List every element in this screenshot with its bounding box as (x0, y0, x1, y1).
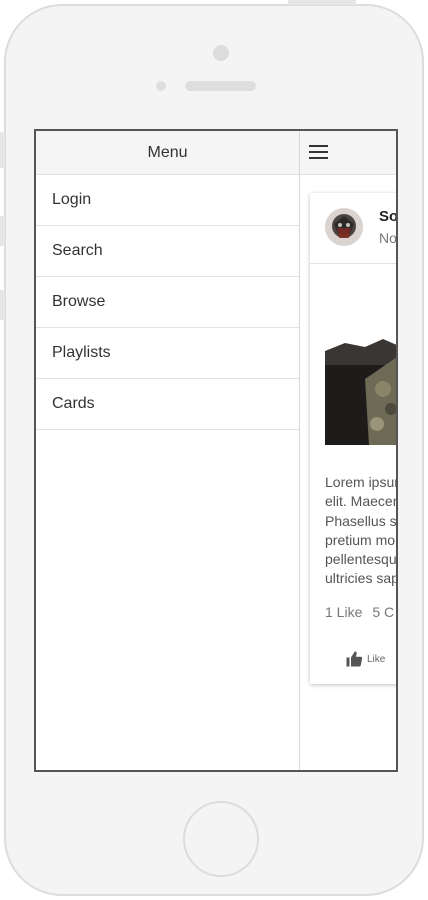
menu-item-cards[interactable]: Cards (36, 379, 299, 430)
side-button (0, 132, 5, 168)
menu-item-login[interactable]: Login (36, 175, 299, 226)
side-menu: Menu Login Search Browse Playlists Cards (36, 131, 300, 770)
comments-count: 5 C (372, 604, 395, 620)
side-button (0, 290, 5, 320)
side-button (0, 216, 5, 246)
thumbs-up-icon (346, 651, 363, 667)
menu-item-browse[interactable]: Browse (36, 277, 299, 328)
menu-item-search[interactable]: Search (36, 226, 299, 277)
card-body-line: pretium mol (325, 531, 398, 548)
front-camera (213, 45, 229, 61)
likes-count: 1 Like (325, 604, 363, 620)
card-image (325, 279, 396, 453)
proximity-sensor (156, 81, 166, 91)
avatar (325, 208, 363, 246)
card-body-line: ultricies sap (325, 570, 398, 587)
card-title: So (379, 208, 398, 225)
card-stats: 1 Like 5 C (325, 604, 396, 620)
hamburger-menu-icon[interactable] (309, 145, 329, 161)
home-button[interactable] (183, 801, 259, 877)
card-body-line: elit. Maecen (325, 493, 398, 510)
main-content: So No Lorem ipsum elit. Maecen Phasellus… (300, 131, 398, 770)
card-body-line: Phasellus se (325, 512, 398, 529)
top-power-button (288, 0, 356, 5)
card-subtitle: No (379, 230, 397, 246)
menu-item-playlists[interactable]: Playlists (36, 328, 299, 379)
earpiece-speaker (185, 81, 256, 91)
like-button[interactable]: Like (345, 650, 385, 668)
feed-card: So No Lorem ipsum elit. Maecen Phasellus… (310, 193, 398, 684)
card-body-line: Lorem ipsum (325, 474, 398, 490)
card-body-text: Lorem ipsum elit. Maecen Phasellus se pr… (325, 473, 398, 589)
top-bar (300, 131, 396, 175)
card-header: So No (310, 193, 398, 264)
device-screen: Menu Login Search Browse Playlists Cards (34, 129, 398, 772)
menu-title: Menu (36, 131, 299, 175)
like-button-label: Like (367, 653, 386, 665)
card-body-line: pellentesque (325, 551, 398, 568)
